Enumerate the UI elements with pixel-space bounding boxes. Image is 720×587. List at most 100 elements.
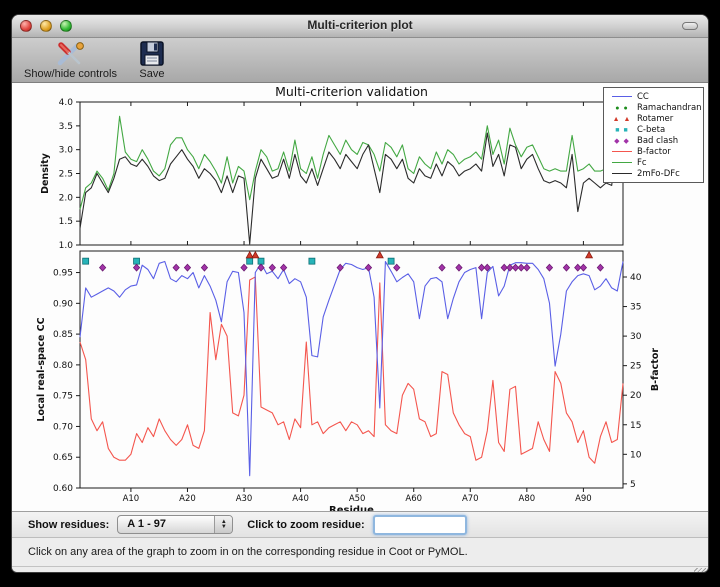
plot-text: 1.5 <box>59 217 73 227</box>
app-window: Multi-criterion plot Show/hide controls <box>11 14 709 573</box>
plot-text: 25 <box>630 362 641 372</box>
bad-clash-marker <box>365 264 371 271</box>
rotamer-marker <box>252 252 259 258</box>
plot-text: 10 <box>630 450 642 460</box>
plot-text: Residue <box>329 505 374 511</box>
zoom-residue-input[interactable] <box>373 515 467 535</box>
resize-grip[interactable] <box>694 568 706 573</box>
plot-text: 0.90 <box>53 299 73 309</box>
plot-text: 4.0 <box>59 98 74 108</box>
bad-clash-marker <box>133 264 139 271</box>
plot-text: 5 <box>630 480 636 490</box>
bad-clash-marker <box>563 264 569 271</box>
bad-clash-marker <box>258 264 264 271</box>
window-bottom-edge <box>12 566 708 573</box>
plot-text: 0.95 <box>53 269 73 279</box>
c-beta-marker <box>83 258 89 264</box>
legend-line-sample <box>607 158 637 168</box>
plot-text: A70 <box>462 494 479 504</box>
plot-text: A80 <box>519 494 536 504</box>
residue-range-select[interactable]: A 1 - 97 ▲▼ <box>117 515 233 534</box>
window-title: Multi-criterion plot <box>12 18 708 32</box>
legend-label: Fc <box>637 158 647 168</box>
tools-icon <box>53 40 87 67</box>
legend-item: B-factor <box>607 146 699 157</box>
residue-range-value: A 1 - 97 <box>127 518 166 530</box>
plot-text: 35 <box>630 303 641 313</box>
c-beta-marker <box>309 258 315 264</box>
plot-text: Multi-criterion validation <box>275 84 428 99</box>
c-beta-marker <box>247 258 253 264</box>
bad-clash-marker <box>546 264 552 271</box>
rotamer-marker <box>586 252 593 258</box>
legend-line-sample <box>607 92 637 102</box>
bad-clash-marker <box>394 264 400 271</box>
bad-clash-marker <box>201 264 207 271</box>
show-hide-controls-button[interactable]: Show/hide controls <box>24 40 117 80</box>
legend-label: C-beta <box>637 125 665 135</box>
legend-item: 2mFo-DFc <box>607 168 699 179</box>
bad-clash-marker <box>580 264 586 271</box>
show-residues-label: Show residues: <box>28 519 109 531</box>
legend-item: ◆ ◆Bad clash <box>607 135 699 146</box>
plot-text: 0.80 <box>53 361 73 371</box>
plot-text: 1.0 <box>59 241 74 251</box>
save-label: Save <box>139 68 164 80</box>
legend-diamond-icon: ◆ ◆ <box>607 134 637 147</box>
b-factor-line <box>80 277 623 463</box>
save-button[interactable]: Save <box>139 40 165 80</box>
plot-text: Local real-space CC <box>36 317 47 421</box>
bad-clash-marker <box>241 264 247 271</box>
stepper-arrows-icon[interactable]: ▲▼ <box>214 516 232 533</box>
bad-clash-marker <box>337 264 343 271</box>
plot-canvas[interactable]: Multi-criterion validation1.01.52.02.53.… <box>12 83 709 511</box>
bad-clash-marker <box>100 264 106 271</box>
bad-clash-marker <box>269 264 275 271</box>
bad-clash-marker <box>184 264 190 271</box>
save-icon <box>139 40 165 67</box>
plot-text: 20 <box>630 391 642 401</box>
bad-clash-marker <box>456 264 462 271</box>
legend-label: CC <box>637 92 649 102</box>
bad-clash-marker <box>439 264 445 271</box>
bad-clash-marker <box>597 264 603 271</box>
plot-text: 40 <box>630 273 642 283</box>
plot-legend: CC● ●Ramachandran▲ ▲Rotamer■ ■C-beta◆ ◆B… <box>603 87 704 183</box>
plot-text: A20 <box>179 494 196 504</box>
plot-text: A40 <box>292 494 309 504</box>
bad-clash-marker <box>281 264 287 271</box>
toolbar: Show/hide controls Save <box>12 38 708 83</box>
cc-bfactor-panel-frame <box>80 251 623 488</box>
legend-label: Ramachandran <box>637 103 702 113</box>
plot-text: A90 <box>575 494 592 504</box>
legend-label: Rotamer <box>637 114 673 124</box>
legend-item: Fc <box>607 157 699 168</box>
status-bar: Click on any area of the graph to zoom i… <box>12 538 708 566</box>
title-bar: Multi-criterion plot <box>12 15 708 38</box>
plot-text: 30 <box>630 332 642 342</box>
bad-clash-marker <box>524 264 530 271</box>
plot-text: B-factor <box>650 348 661 391</box>
toolbar-toggle-lozenge[interactable] <box>682 22 698 30</box>
control-bar: Show residues: A 1 - 97 ▲▼ Click to zoom… <box>12 511 708 538</box>
plot-text: 0.85 <box>53 330 73 340</box>
plot-text: A30 <box>236 494 253 504</box>
rotamer-marker <box>376 252 383 258</box>
plot-text: 0.65 <box>53 453 73 463</box>
cc-line <box>80 262 623 476</box>
legend-line-sample <box>607 169 637 179</box>
plot-text: 3.5 <box>59 122 73 132</box>
bad-clash-marker <box>173 264 179 271</box>
fc-line <box>80 116 623 209</box>
show-hide-controls-label: Show/hide controls <box>24 68 117 80</box>
plot-text: A60 <box>405 494 422 504</box>
plot-text: 15 <box>630 421 641 431</box>
plot-text: 0.70 <box>53 422 73 432</box>
plot-text: A50 <box>349 494 366 504</box>
legend-label: B-factor <box>637 147 671 157</box>
legend-label: 2mFo-DFc <box>637 169 680 179</box>
legend-line-sample <box>607 147 637 157</box>
c-beta-marker <box>134 258 140 264</box>
c-beta-marker <box>258 258 264 264</box>
status-text: Click on any area of the graph to zoom i… <box>28 546 468 558</box>
